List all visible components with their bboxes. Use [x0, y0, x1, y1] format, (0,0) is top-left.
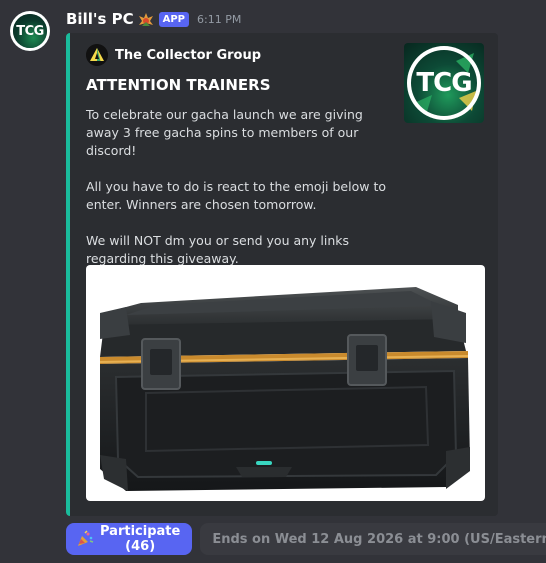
description-paragraph: All you have to do is react to the emoji…	[86, 179, 386, 212]
lily-badge-icon	[137, 11, 155, 29]
username[interactable]: Bill's PC	[66, 10, 134, 28]
triangle-logo-icon	[86, 44, 108, 66]
thumbnail-text: TCG	[416, 68, 472, 98]
message-actions: Participate (46) Ends on Wed 12 Aug 2026…	[66, 523, 546, 555]
participate-label: Participate (46)	[100, 524, 181, 554]
embed-thumbnail[interactable]: TCG	[404, 43, 484, 123]
black-chest-icon	[100, 287, 470, 491]
embed-title: ATTENTION TRAINERS	[86, 76, 271, 94]
embed-description: To celebrate our gacha launch we are giv…	[86, 106, 386, 286]
giveaway-embed: The Collector Group ATTENTION TRAINERS T…	[66, 33, 498, 516]
app-badge: APP	[158, 11, 190, 27]
description-paragraph: We will NOT dm you or send you any links…	[86, 233, 350, 266]
ends-on-button: Ends on Wed 12 Aug 2026 at 9:00 (US/East…	[200, 523, 546, 555]
embed-author: The Collector Group	[86, 44, 261, 66]
message-header: Bill's PC APP 6:11 PM	[66, 8, 241, 30]
embed-image[interactable]	[86, 265, 485, 501]
participate-button[interactable]: Participate (46)	[66, 523, 193, 555]
description-paragraph: To celebrate our gacha launch we are giv…	[86, 107, 363, 158]
user-avatar[interactable]: TCG	[10, 11, 50, 51]
avatar-text: TCG	[16, 23, 44, 39]
embed-author-name[interactable]: The Collector Group	[115, 48, 261, 63]
party-popper-icon	[76, 530, 94, 548]
timestamp: 6:11 PM	[197, 12, 242, 26]
